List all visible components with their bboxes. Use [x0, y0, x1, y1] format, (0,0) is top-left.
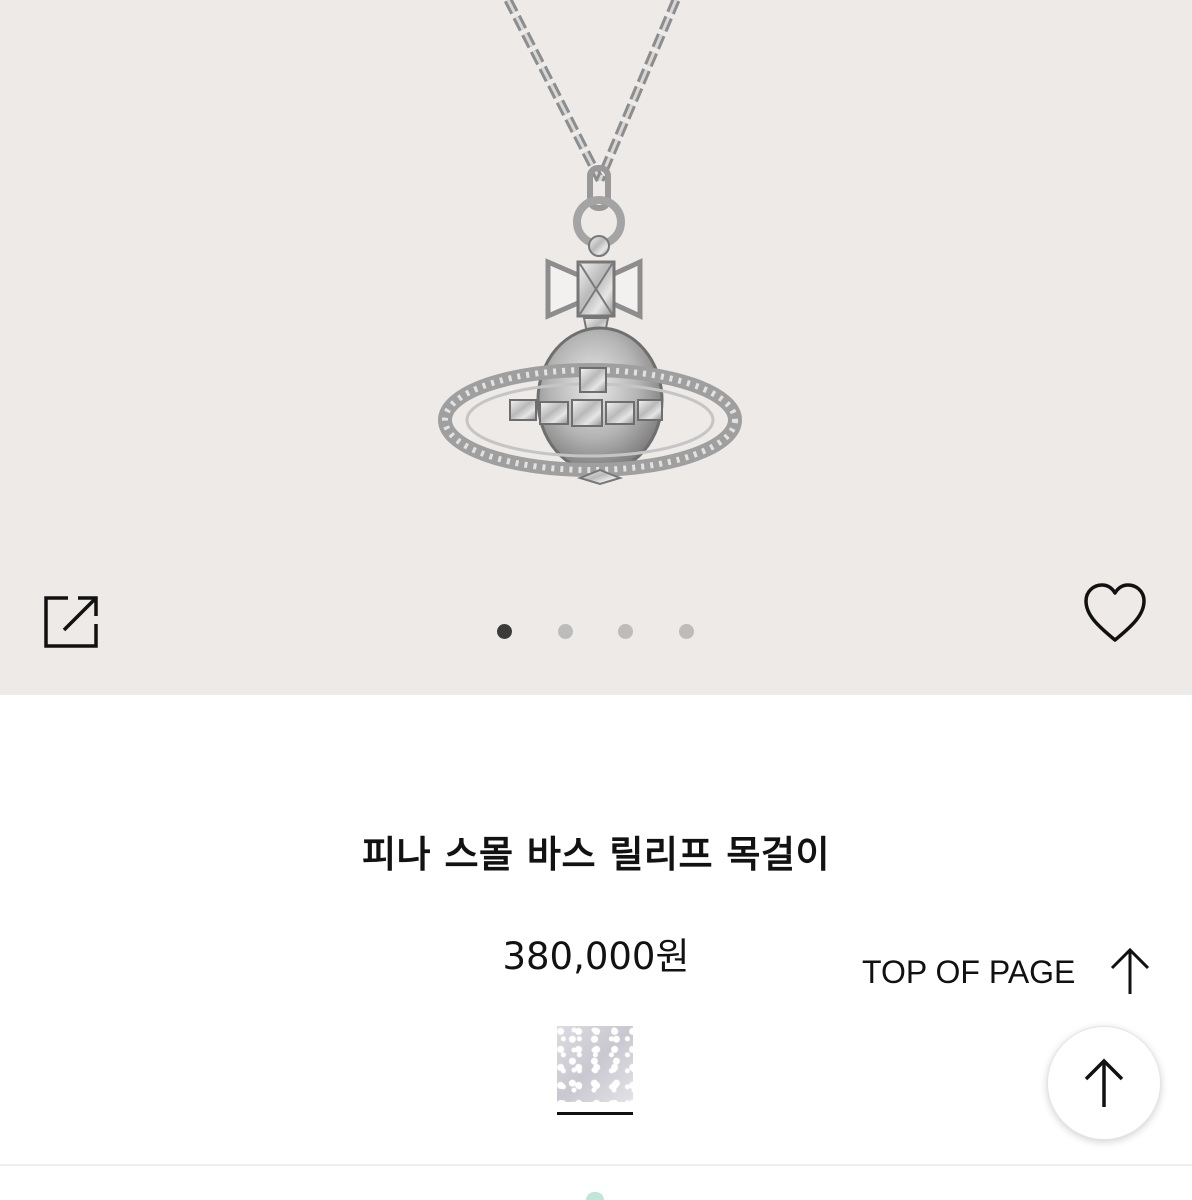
share-icon — [44, 596, 98, 648]
product-image — [438, 0, 742, 486]
top-of-page-link[interactable]: TOP OF PAGE — [858, 946, 1158, 998]
next-section-peek — [586, 1192, 604, 1200]
top-of-page-label: TOP OF PAGE — [862, 954, 1076, 990]
pagination-dot-4[interactable] — [679, 624, 694, 639]
arrow-up-icon — [1084, 1058, 1124, 1107]
product-image-gallery[interactable] — [0, 0, 1192, 695]
product-title: 피나 스몰 바스 릴리프 목걸이 — [361, 833, 830, 876]
gallery-pagination — [0, 624, 1192, 640]
pagination-dot-2[interactable] — [558, 624, 573, 639]
section-divider — [0, 1164, 1192, 1166]
pagination-dot-3[interactable] — [618, 624, 633, 639]
scroll-to-top-button[interactable] — [1047, 1026, 1161, 1140]
arrow-up-icon — [1110, 947, 1150, 994]
swatch-selected-indicator — [557, 1112, 633, 1115]
pagination-dot-1[interactable] — [497, 624, 512, 639]
color-swatch-crystal[interactable] — [557, 1026, 633, 1102]
share-button[interactable] — [40, 592, 102, 652]
